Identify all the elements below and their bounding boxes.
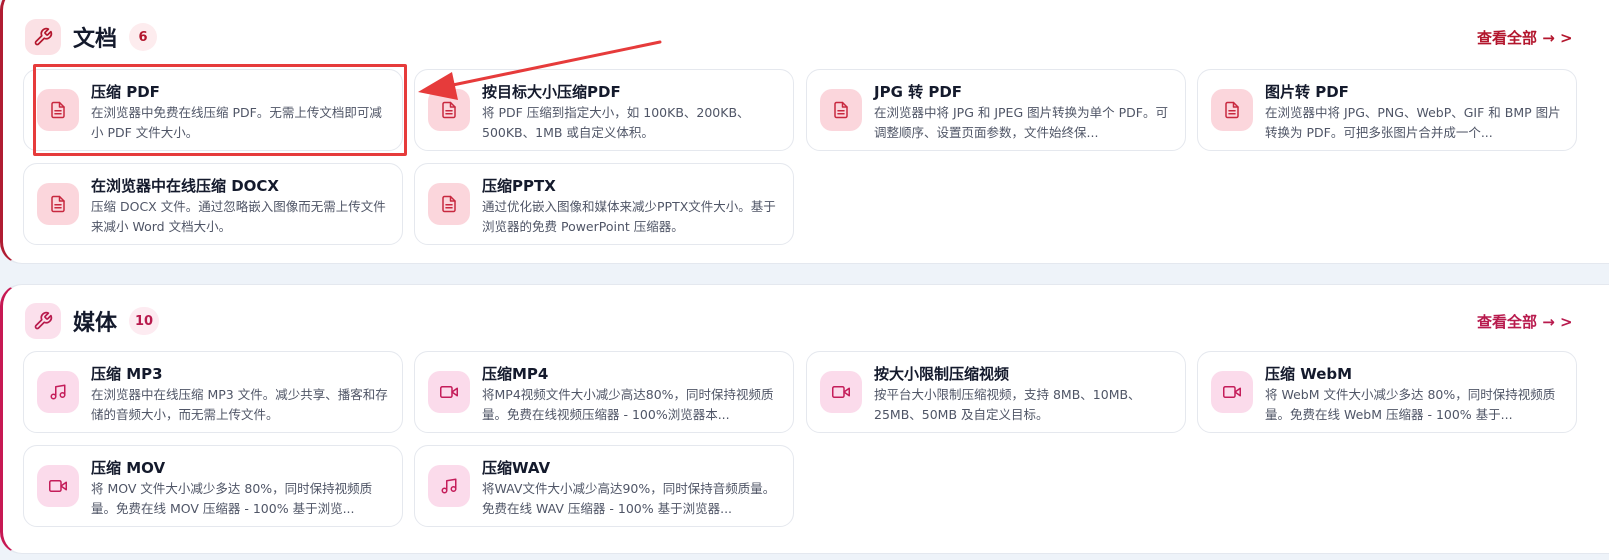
- card-description: 在浏览器中免费在线压缩 PDF。无需上传文档即可减小 PDF 文件大小。: [91, 105, 382, 140]
- tool-card-compress-mov[interactable]: 压缩 MOV 将 MOV 文件大小减少多达 80%，同时保持视频质量。免费在线 …: [23, 445, 403, 527]
- wrench-icon: [25, 19, 61, 55]
- music-note-icon: [428, 465, 470, 507]
- card-description: 在浏览器中在线压缩 MP3 文件。减少共享、播客和存储的音频大小，而无需上传文件…: [91, 387, 388, 422]
- card-description: 在浏览器中将 JPG 和 JPEG 图片转换为单个 PDF。可调整顺序、设置页面…: [874, 105, 1168, 140]
- card-title: 压缩 MOV: [91, 459, 166, 477]
- document-icon: [428, 89, 470, 131]
- tool-card-compress-pdf[interactable]: 压缩 PDF 在浏览器中免费在线压缩 PDF。无需上传文档即可减小 PDF 文件…: [23, 69, 403, 151]
- document-icon: [428, 183, 470, 225]
- section-title: 媒体: [73, 311, 118, 336]
- document-icon: [37, 89, 79, 131]
- card-description: 将 WebM 文件大小减少多达 80%，同时保持视频质量。免费在线 WebM 压…: [1265, 387, 1556, 422]
- card-title: 压缩WAV: [482, 459, 551, 477]
- video-camera-icon: [1211, 371, 1253, 413]
- card-description: 将MP4视频文件大小减少高达80%，同时保持视频质量。免费在线视频压缩器 - 1…: [482, 387, 774, 422]
- video-camera-icon: [820, 371, 862, 413]
- tool-card-compress-video-size-limit[interactable]: 按大小限制压缩视频 按平台大小限制压缩视频，支持 8MB、10MB、25MB、5…: [806, 351, 1186, 433]
- card-title: 图片转 PDF: [1265, 83, 1349, 101]
- document-icon: [37, 183, 79, 225]
- tool-card-compress-docx[interactable]: 在浏览器中在线压缩 DOCX 压缩 DOCX 文件。通过忽略嵌入图像而无需上传文…: [23, 163, 403, 245]
- video-camera-icon: [37, 465, 79, 507]
- tool-card-image-to-pdf[interactable]: 图片转 PDF 在浏览器中将 JPG、PNG、WebP、GIF 和 BMP 图片…: [1197, 69, 1577, 151]
- section-documents: 文档 6 查看全部 → > 压缩 PDF 在浏览器中免费在线压缩 PDF。无需上…: [0, 0, 1609, 264]
- card-description: 将 PDF 压缩到指定大小，如 100KB、200KB、500KB、1MB 或自…: [482, 105, 750, 140]
- section-count-badge: 10: [129, 307, 160, 335]
- card-title: 压缩PPTX: [482, 177, 556, 195]
- card-title: 压缩MP4: [482, 365, 549, 383]
- card-description: 在浏览器中将 JPG、PNG、WebP、GIF 和 BMP 图片转换为 PDF。…: [1265, 105, 1561, 140]
- section-media: 媒体 10 查看全部 → > 压缩 MP3 在浏览器中在线压缩 MP3 文件。减…: [0, 284, 1609, 554]
- tool-card-compress-wav[interactable]: 压缩WAV 将WAV文件大小减少高达90%，同时保持音频质量。免费在线 WAV …: [414, 445, 794, 527]
- section-title: 文档: [73, 27, 118, 52]
- tool-card-jpg-to-pdf[interactable]: JPG 转 PDF 在浏览器中将 JPG 和 JPEG 图片转换为单个 PDF。…: [806, 69, 1186, 151]
- tool-card-compress-pptx[interactable]: 压缩PPTX 通过优化嵌入图像和媒体来减少PPTX文件大小。基于浏览器的免费 P…: [414, 163, 794, 245]
- document-icon: [1211, 89, 1253, 131]
- card-description: 压缩 DOCX 文件。通过忽略嵌入图像而无需上传文件来减小 Word 文档大小。: [91, 199, 386, 234]
- document-icon: [820, 89, 862, 131]
- card-title: 压缩 WebM: [1265, 365, 1353, 383]
- card-title: 压缩 MP3: [91, 365, 163, 383]
- card-description: 将WAV文件大小减少高达90%，同时保持音频质量。免费在线 WAV 压缩器 - …: [482, 481, 776, 516]
- section-header: 媒体 10: [25, 303, 160, 339]
- card-description: 将 MOV 文件大小减少多达 80%，同时保持视频质量。免费在线 MOV 压缩器…: [91, 481, 373, 516]
- view-all-link[interactable]: 查看全部 → >: [1477, 311, 1573, 332]
- tool-card-compress-mp3[interactable]: 压缩 MP3 在浏览器中在线压缩 MP3 文件。减少共享、播客和存储的音频大小，…: [23, 351, 403, 433]
- card-title: 按目标大小压缩PDF: [482, 83, 621, 101]
- tool-card-compress-mp4[interactable]: 压缩MP4 将MP4视频文件大小减少高达80%，同时保持视频质量。免费在线视频压…: [414, 351, 794, 433]
- wrench-icon: [25, 303, 61, 339]
- card-description: 按平台大小限制压缩视频，支持 8MB、10MB、25MB、50MB 及自定义目标…: [874, 387, 1141, 422]
- video-camera-icon: [428, 371, 470, 413]
- tool-card-compress-webm[interactable]: 压缩 WebM 将 WebM 文件大小减少多达 80%，同时保持视频质量。免费在…: [1197, 351, 1577, 433]
- view-all-link[interactable]: 查看全部 → >: [1477, 27, 1573, 48]
- card-title: 压缩 PDF: [91, 83, 160, 101]
- card-title: 在浏览器中在线压缩 DOCX: [91, 177, 279, 195]
- section-count-badge: 6: [129, 23, 158, 51]
- tool-card-compress-pdf-target-size[interactable]: 按目标大小压缩PDF 将 PDF 压缩到指定大小，如 100KB、200KB、5…: [414, 69, 794, 151]
- card-title: 按大小限制压缩视频: [874, 365, 1010, 383]
- music-note-icon: [37, 371, 79, 413]
- section-header: 文档 6: [25, 19, 158, 55]
- card-description: 通过优化嵌入图像和媒体来减少PPTX文件大小。基于浏览器的免费 PowerPoi…: [482, 199, 776, 234]
- card-title: JPG 转 PDF: [874, 83, 963, 101]
